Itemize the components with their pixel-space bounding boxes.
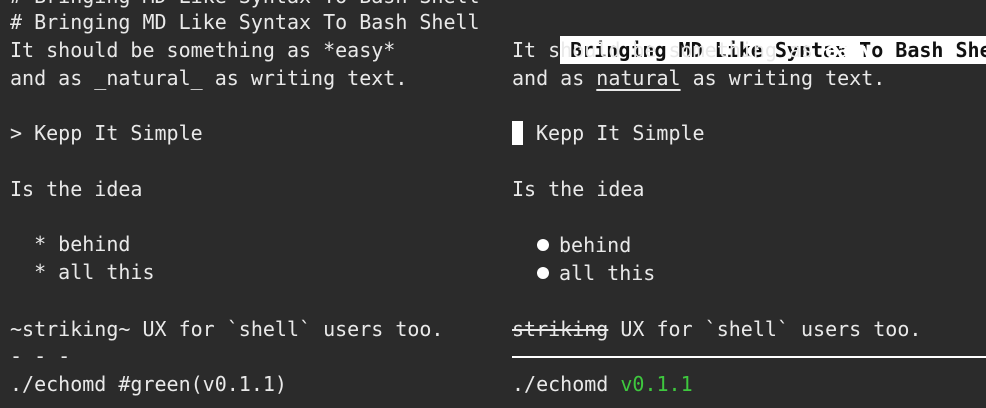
quote-bar-icon [512, 121, 523, 145]
rendered-line-2-pre: and as [512, 66, 597, 90]
source-paragraph: Is the idea [10, 177, 143, 201]
source-list-item-1: * behind [10, 232, 131, 256]
rendered-paragraph: Is the idea [512, 177, 645, 201]
rendered-line-2-post: as writing text. [680, 66, 886, 90]
rendered-command: ./echomd v0.1.1 [512, 370, 693, 398]
rendered-line-1-text: It should be something as [512, 38, 826, 62]
source-hr: - - - [10, 344, 71, 368]
rendered-quote-text: Kepp It Simple [536, 121, 705, 145]
rendered-list-item-1-text: behind [559, 233, 632, 257]
source-strike-line: ~striking~ UX for `shell` users too. [10, 317, 444, 341]
rendered-horizontal-rule [512, 356, 986, 358]
rendered-list-item-1: behind [512, 231, 631, 259]
source-line-1: It should be something as *easy* [10, 38, 396, 62]
rendered-list-item-2: all this [512, 259, 655, 287]
source-quote: > Kepp It Simple [10, 121, 203, 145]
rendered-version: v0.1.1 [620, 372, 693, 396]
rendered-heading-line: Bringing MD Like Syntax To Bash Shell [512, 8, 986, 64]
rendered-underline-word: natural [596, 66, 681, 90]
rendered-pane: Bringing MD Like Syntax To Bash Shell It… [512, 0, 986, 408]
rendered-line-2: and as natural as writing text. [512, 64, 885, 92]
rendered-command-text: ./echomd [512, 372, 621, 396]
source-line-2: and as _natural_ as writing text. [10, 66, 408, 90]
rendered-strike-word: striking [512, 317, 609, 341]
source-list-item-2: * all this [10, 260, 155, 284]
rendered-strike-line: striking UX for `shell` users too. [512, 315, 921, 343]
bullet-icon [537, 239, 549, 251]
source-command: ./echomd #green(v0.1.1) [10, 372, 287, 396]
rendered-strike-rest: UX for `shell` users too. [608, 317, 922, 341]
rendered-bold-word: easy [825, 38, 874, 62]
source-pane: # Bringing MD Like Syntax To Bash Shell … [10, 0, 490, 408]
rendered-quote: Kepp It Simple [512, 119, 705, 147]
bullet-icon [537, 267, 549, 279]
source-heading: # Bringing MD Like Syntax To Bash Shell [10, 10, 480, 34]
rendered-list-item-2-text: all this [559, 261, 656, 285]
rendered-line-1: It should be something as easy [512, 36, 873, 64]
